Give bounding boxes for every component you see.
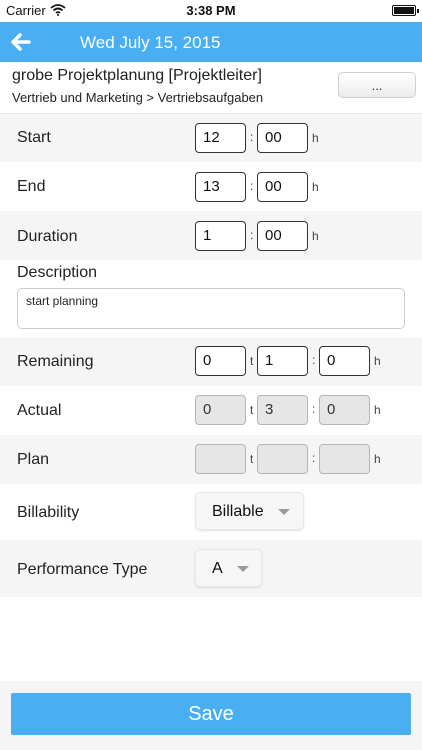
nav-bar: Wed July 15, 2015 [0, 22, 422, 62]
plan-label: Plan [17, 451, 50, 468]
status-bar: Carrier 3:38 PM [0, 0, 422, 22]
start-hours-input[interactable]: 12 [195, 123, 246, 153]
hour-unit: h [312, 180, 319, 194]
hour-unit: h [374, 452, 381, 466]
duration-minutes-input[interactable]: 00 [257, 221, 308, 251]
nav-title: Wed July 15, 2015 [80, 33, 221, 52]
start-minutes-input[interactable]: 00 [257, 123, 308, 153]
hour-unit: h [312, 229, 319, 243]
start-row: Start 12 : 00 h [0, 114, 422, 162]
project-path: Vertrieb und Marketing > Vertriebsaufgab… [12, 90, 264, 105]
description-textarea[interactable]: start planning [17, 288, 405, 329]
actual-label: Actual [17, 402, 62, 419]
save-bar: Save [0, 681, 422, 750]
remaining-hours-input[interactable]: 1 [257, 346, 308, 376]
performance-type-label: Performance Type [17, 561, 148, 578]
end-hours-input[interactable]: 13 [195, 172, 246, 202]
billability-row: Billability Billable [0, 484, 422, 540]
remaining-row: Remaining 0 t 1 : 0 h [0, 338, 422, 386]
end-row: End 13 : 00 h [0, 162, 422, 211]
duration-hours-input[interactable]: 1 [195, 221, 246, 251]
time-separator: : [312, 451, 316, 465]
time-separator: : [250, 179, 254, 193]
remaining-label: Remaining [17, 353, 94, 370]
actual-days-field: 0 [195, 395, 246, 425]
back-arrow-icon[interactable] [8, 29, 34, 55]
battery-icon [392, 5, 419, 16]
start-label: Start [17, 129, 51, 146]
more-button[interactable]: ... [338, 72, 416, 98]
project-header: grobe Projektplanung [Projektleiter] Ver… [0, 62, 422, 114]
project-name: grobe Projektplanung [Projektleiter] [12, 67, 262, 84]
chevron-down-icon [278, 509, 290, 515]
remaining-days-input[interactable]: 0 [195, 346, 246, 376]
time-separator: : [312, 402, 316, 416]
day-unit: t [250, 403, 254, 417]
plan-minutes-field [319, 444, 370, 474]
end-minutes-input[interactable]: 00 [257, 172, 308, 202]
day-unit: t [250, 452, 254, 466]
performance-type-row: Performance Type A [0, 540, 422, 597]
plan-row: Plan t : h [0, 435, 422, 484]
plan-hours-field [257, 444, 308, 474]
time-separator: : [312, 353, 316, 367]
plan-days-field [195, 444, 246, 474]
day-unit: t [250, 354, 254, 368]
end-label: End [17, 178, 46, 195]
performance-type-select[interactable]: A [195, 549, 262, 587]
hour-unit: h [374, 403, 381, 417]
save-button[interactable]: Save [11, 693, 411, 735]
actual-hours-field: 3 [257, 395, 308, 425]
status-time: 3:38 PM [186, 3, 236, 18]
chevron-down-icon [237, 566, 249, 572]
actual-row: Actual 0 t 3 : 0 h [0, 386, 422, 435]
duration-label: Duration [17, 228, 78, 245]
hour-unit: h [312, 131, 319, 145]
performance-type-value: A [212, 560, 223, 577]
billability-value: Billable [212, 503, 264, 520]
description-label: Description [17, 264, 98, 281]
duration-row: Duration 1 : 00 h [0, 211, 422, 260]
remaining-minutes-input[interactable]: 0 [319, 346, 370, 376]
time-separator: : [250, 130, 254, 144]
hour-unit: h [374, 354, 381, 368]
time-separator: : [250, 228, 254, 242]
billability-select[interactable]: Billable [195, 492, 304, 530]
actual-minutes-field: 0 [319, 395, 370, 425]
billability-label: Billability [17, 504, 80, 521]
